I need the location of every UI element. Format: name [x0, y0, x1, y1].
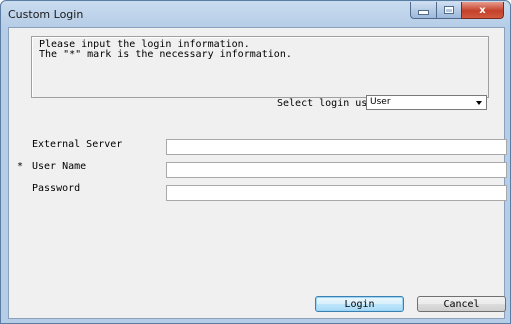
required-mark: * [17, 161, 24, 172]
minimize-button[interactable] [410, 2, 436, 19]
external-server-field[interactable] [166, 139, 507, 155]
password-field[interactable] [166, 185, 507, 201]
external-server-label: External Server [32, 139, 123, 150]
window-title: Custom Login [8, 8, 84, 21]
login-user-selected-value: User [370, 97, 391, 107]
caption-buttons: x [410, 2, 504, 20]
maximize-icon [444, 6, 454, 14]
password-label: Password [32, 183, 81, 194]
close-button[interactable]: x [461, 2, 504, 19]
chevron-down-icon [476, 101, 482, 105]
user-name-label: User Name [32, 161, 87, 172]
user-name-field[interactable] [166, 162, 507, 178]
title-bar[interactable]: Custom Login x [1, 1, 510, 27]
login-button[interactable]: Login [315, 296, 404, 312]
custom-login-window: Custom Login x Please input the login in… [0, 0, 511, 324]
select-login-user-label: Select login user [277, 98, 380, 109]
maximize-button[interactable] [436, 2, 461, 19]
dialog-body: Please input the login information. The … [8, 27, 507, 319]
info-message-box: Please input the login information. The … [31, 36, 489, 98]
info-line-2: The "*" mark is the necessary informatio… [39, 49, 292, 60]
cancel-button[interactable]: Cancel [417, 296, 506, 312]
close-icon: x [479, 4, 486, 16]
minimize-icon [418, 10, 429, 15]
login-user-select[interactable]: User [366, 95, 487, 110]
